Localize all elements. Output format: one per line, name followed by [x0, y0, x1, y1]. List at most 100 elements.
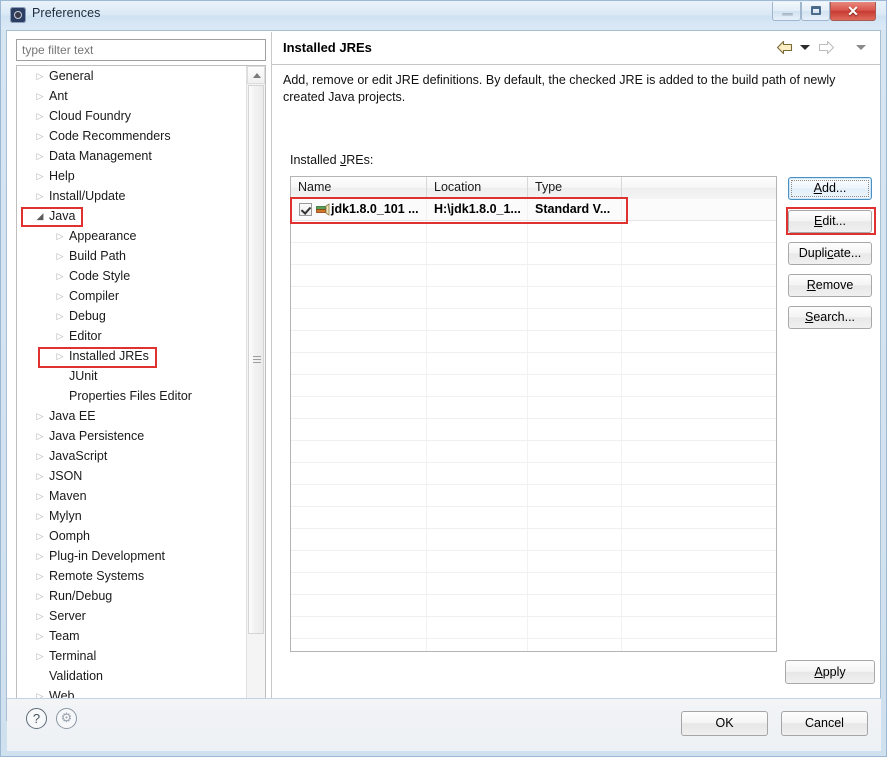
preferences-tree[interactable]: ▷ General ▷ Ant ▷ Cloud Foundry ▷ Code Recommen…	[16, 65, 266, 718]
maximize-restore-button[interactable]	[801, 2, 830, 21]
tree-collapsed-arrow-icon[interactable]: ▷	[53, 246, 67, 266]
tree-collapsed-arrow-icon[interactable]: ▷	[33, 566, 47, 586]
sidebar-item-java-ee[interactable]: ▷ Java EE	[17, 406, 246, 426]
tree-expanded-arrow-icon[interactable]: ◢	[33, 206, 47, 226]
duplicate-button[interactable]: Duplicate...	[788, 242, 872, 265]
tree-collapsed-arrow-icon[interactable]: ▷	[53, 346, 67, 366]
remove-button[interactable]: Remove	[788, 274, 872, 297]
table-row-empty	[291, 221, 776, 243]
sidebar-item-server[interactable]: ▷ Server	[17, 606, 246, 626]
sidebar-item-label: JUnit	[69, 369, 98, 383]
forward-button[interactable]	[818, 40, 835, 58]
tree-collapsed-arrow-icon[interactable]: ▷	[53, 326, 67, 346]
help-icon[interactable]: ?	[26, 708, 47, 729]
sidebar-item-maven[interactable]: ▷ Maven	[17, 486, 246, 506]
table-label: Installed JREs:	[290, 153, 373, 167]
tree-scrollbar[interactable]	[246, 66, 265, 717]
sidebar-item-terminal[interactable]: ▷ Terminal	[17, 646, 246, 666]
scrollbar-thumb[interactable]	[248, 85, 264, 634]
table-row-empty	[291, 639, 776, 651]
tree-collapsed-arrow-icon[interactable]: ▷	[33, 646, 47, 666]
installed-jres-table[interactable]: Name Location Type jdk1.8.0_101 ... H:\jdk1…	[290, 176, 777, 652]
tree-collapsed-arrow-icon[interactable]: ▷	[33, 86, 47, 106]
sidebar-item-javascript[interactable]: ▷ JavaScript	[17, 446, 246, 466]
table-cell-empty	[427, 221, 528, 242]
tree-collapsed-arrow-icon[interactable]: ▷	[33, 186, 47, 206]
tree-collapsed-arrow-icon[interactable]: ▷	[53, 306, 67, 326]
sidebar-item-mylyn[interactable]: ▷ Mylyn	[17, 506, 246, 526]
sidebar-item-build-path[interactable]: ▷ Build Path	[17, 246, 246, 266]
table-column-header[interactable]: Name	[291, 177, 427, 198]
sidebar-item-debug[interactable]: ▷ Debug	[17, 306, 246, 326]
sidebar-item-java-persistence[interactable]: ▷ Java Persistence	[17, 426, 246, 446]
sidebar-item-installed-jres[interactable]: ▷ Installed JREs	[17, 346, 246, 366]
edit-button[interactable]: Edit...	[788, 210, 872, 233]
tree-collapsed-arrow-icon[interactable]: ▷	[33, 166, 47, 186]
sidebar-item-remote-systems[interactable]: ▷ Remote Systems	[17, 566, 246, 586]
scroll-up-arrow-icon[interactable]	[247, 66, 265, 84]
sidebar-item-editor[interactable]: ▷ Editor	[17, 326, 246, 346]
sidebar-item-team[interactable]: ▷ Team	[17, 626, 246, 646]
sidebar-item-cloud-foundry[interactable]: ▷ Cloud Foundry	[17, 106, 246, 126]
sidebar-item-junit[interactable]: JUnit	[17, 366, 246, 386]
tree-collapsed-arrow-icon[interactable]: ▷	[33, 146, 47, 166]
tree-collapsed-arrow-icon[interactable]: ▷	[33, 466, 47, 486]
sidebar-item-ant[interactable]: ▷ Ant	[17, 86, 246, 106]
tree-collapsed-arrow-icon[interactable]: ▷	[53, 266, 67, 286]
sidebar-item-data-management[interactable]: ▷ Data Management	[17, 146, 246, 166]
tree-collapsed-arrow-icon[interactable]: ▷	[33, 546, 47, 566]
sidebar-item-properties-files-editor[interactable]: Properties Files Editor	[17, 386, 246, 406]
tree-collapsed-arrow-icon[interactable]: ▷	[33, 486, 47, 506]
search-button[interactable]: Search...	[788, 306, 872, 329]
sidebar-item-code-recommenders[interactable]: ▷ Code Recommenders	[17, 126, 246, 146]
sidebar-item-label: Compiler	[69, 289, 120, 303]
tree-collapsed-arrow-icon[interactable]: ▷	[53, 286, 67, 306]
close-button[interactable]: ✕	[830, 2, 876, 21]
table-cell-empty	[291, 463, 427, 484]
tree-collapsed-arrow-icon[interactable]: ▷	[33, 526, 47, 546]
tree-collapsed-arrow-icon[interactable]: ▷	[53, 226, 67, 246]
cancel-button[interactable]: Cancel	[781, 711, 868, 736]
jre-icon	[316, 203, 330, 217]
sidebar-item-help[interactable]: ▷ Help	[17, 166, 246, 186]
sidebar-item-appearance[interactable]: ▷ Appearance	[17, 226, 246, 246]
table-column-header[interactable]: Location	[427, 177, 528, 198]
sidebar-item-run-debug[interactable]: ▷ Run/Debug	[17, 586, 246, 606]
table-cell-location: H:\jdk1.8.0_1...	[427, 199, 528, 220]
sidebar-item-json[interactable]: ▷ JSON	[17, 466, 246, 486]
sidebar-item-compiler[interactable]: ▷ Compiler	[17, 286, 246, 306]
sidebar-item-validation[interactable]: Validation	[17, 666, 246, 686]
sidebar-item-java[interactable]: ◢ Java	[17, 206, 246, 226]
search-input[interactable]	[16, 39, 266, 61]
sidebar-item-install-update[interactable]: ▷ Install/Update	[17, 186, 246, 206]
back-button[interactable]	[776, 40, 793, 58]
tree-collapsed-arrow-icon[interactable]: ▷	[33, 426, 47, 446]
table-cell-empty	[427, 243, 528, 264]
table-cell-empty	[427, 463, 528, 484]
row-checkbox[interactable]	[299, 203, 312, 216]
table-cell-empty	[622, 331, 776, 352]
sidebar-item-code-style[interactable]: ▷ Code Style	[17, 266, 246, 286]
sidebar-item-plug-in-development[interactable]: ▷ Plug-in Development	[17, 546, 246, 566]
tree-collapsed-arrow-icon[interactable]: ▷	[33, 606, 47, 626]
tree-collapsed-arrow-icon[interactable]: ▷	[33, 586, 47, 606]
tree-collapsed-arrow-icon[interactable]: ▷	[33, 406, 47, 426]
sidebar-item-oomph[interactable]: ▷ Oomph	[17, 526, 246, 546]
tree-collapsed-arrow-icon[interactable]: ▷	[33, 446, 47, 466]
table-column-header[interactable]	[622, 177, 776, 198]
tree-collapsed-arrow-icon[interactable]: ▷	[33, 626, 47, 646]
tree-collapsed-arrow-icon[interactable]: ▷	[33, 66, 47, 86]
gear-icon[interactable]: ⚙	[56, 708, 77, 729]
sidebar-item-general[interactable]: ▷ General	[17, 66, 246, 86]
forward-dropdown-chevron-down-icon[interactable]	[855, 40, 867, 54]
table-row[interactable]: jdk1.8.0_101 ... H:\jdk1.8.0_1... Standard…	[291, 199, 776, 221]
add-button[interactable]: Add...	[788, 177, 872, 200]
minimize-button[interactable]	[772, 2, 801, 21]
tree-collapsed-arrow-icon[interactable]: ▷	[33, 506, 47, 526]
apply-button[interactable]: Apply	[785, 660, 875, 684]
tree-collapsed-arrow-icon[interactable]: ▷	[33, 126, 47, 146]
tree-collapsed-arrow-icon[interactable]: ▷	[33, 106, 47, 126]
back-dropdown-chevron-down-icon[interactable]	[799, 40, 810, 54]
ok-button[interactable]: OK	[681, 711, 768, 736]
table-column-header[interactable]: Type	[528, 177, 622, 198]
